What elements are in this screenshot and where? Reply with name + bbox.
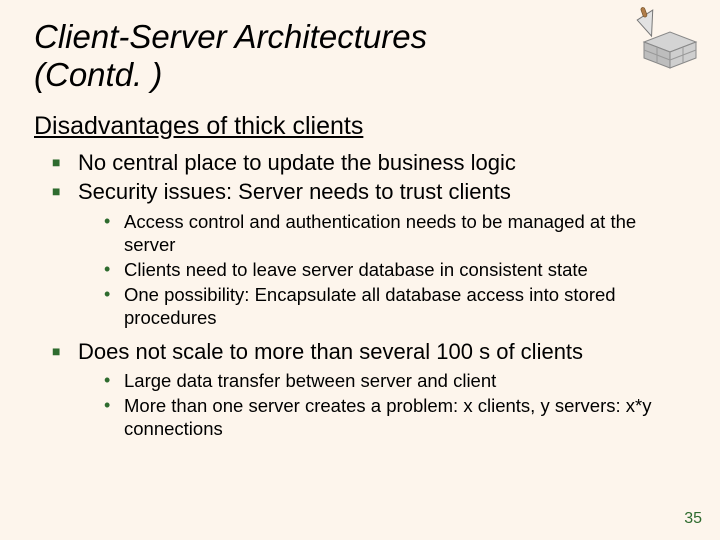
list-item: One possibility: Encapsulate all databas… xyxy=(124,283,686,329)
section-heading: Disadvantages of thick clients xyxy=(34,112,686,141)
title-line2: (Contd. ) xyxy=(34,56,162,93)
list-item: Large data transfer between server and c… xyxy=(124,369,686,392)
list-item: No central place to update the business … xyxy=(78,149,686,177)
list-item: Does not scale to more than several 100 … xyxy=(78,338,686,441)
brick-trowel-icon xyxy=(624,6,706,70)
bullet-list-level1: No central place to update the business … xyxy=(34,149,686,441)
slide-title: Client-Server Architectures (Contd. ) xyxy=(34,18,686,94)
list-item: Access control and authentication needs … xyxy=(124,210,686,256)
bullet-list-level2: Access control and authentication needs … xyxy=(78,210,686,330)
bullet-text: Does not scale to more than several 100 … xyxy=(78,339,583,364)
bullet-text: Security issues: Server needs to trust c… xyxy=(78,179,511,204)
list-item: Security issues: Server needs to trust c… xyxy=(78,178,686,329)
title-line1: Client-Server Architectures xyxy=(34,18,427,55)
slide: Client-Server Architectures (Contd. ) Di… xyxy=(0,0,720,440)
bullet-list-level2: Large data transfer between server and c… xyxy=(78,369,686,440)
list-item: More than one server creates a problem: … xyxy=(124,394,686,440)
page-number: 35 xyxy=(684,510,702,528)
list-item: Clients need to leave server database in… xyxy=(124,258,686,281)
